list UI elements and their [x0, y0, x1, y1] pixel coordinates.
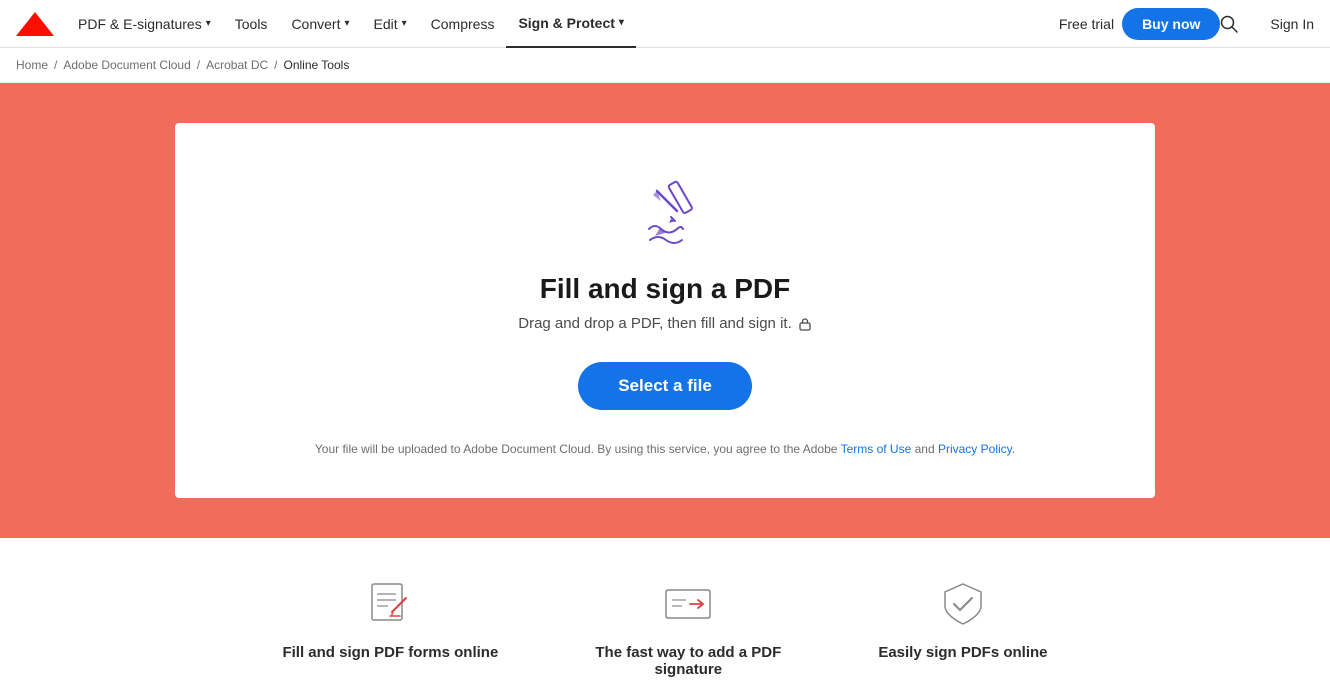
- privacy-policy-link[interactable]: Privacy Policy: [938, 442, 1012, 456]
- chevron-down-icon: ▾: [402, 18, 407, 29]
- upload-card: Fill and sign a PDF Drag and drop a PDF,…: [175, 123, 1155, 498]
- nav-sign-in[interactable]: Sign In: [1270, 16, 1314, 32]
- feature-sign-pdfs: Easily sign PDFs online: [878, 578, 1047, 678]
- select-file-button[interactable]: Select a file: [578, 362, 752, 410]
- breadcrumb: Home / Adobe Document Cloud / Acrobat DC…: [0, 48, 1330, 83]
- sign-pdfs-icon: [937, 578, 989, 630]
- feature-fill-sign: Fill and sign PDF forms online: [282, 578, 498, 678]
- terms-of-use-link[interactable]: Terms of Use: [841, 442, 912, 456]
- nav-convert[interactable]: Convert ▾: [279, 0, 361, 48]
- nav-tools[interactable]: Tools: [223, 0, 280, 48]
- add-signature-icon: [662, 578, 714, 630]
- card-title: Fill and sign a PDF: [540, 273, 790, 305]
- chevron-down-icon: ▾: [344, 18, 349, 29]
- card-subtitle: Drag and drop a PDF, then fill and sign …: [518, 315, 812, 332]
- adobe-logo[interactable]: [16, 12, 54, 36]
- feature-add-signature-title: The fast way to add a PDF signature: [578, 644, 798, 678]
- feature-fill-sign-title: Fill and sign PDF forms online: [282, 644, 498, 661]
- features-section: Fill and sign PDF forms online The fast …: [0, 538, 1330, 698]
- main-nav: PDF & E-signatures ▾ Tools Convert ▾ Edi…: [0, 0, 1330, 48]
- nav-pdf-esignatures[interactable]: PDF & E-signatures ▾: [66, 0, 223, 48]
- hero-area: Fill and sign a PDF Drag and drop a PDF,…: [0, 83, 1330, 538]
- nav-buy-now[interactable]: Buy now: [1122, 8, 1220, 40]
- breadcrumb-home[interactable]: Home: [16, 58, 48, 72]
- nav-compress[interactable]: Compress: [419, 0, 507, 48]
- card-legal-text: Your file will be uploaded to Adobe Docu…: [315, 440, 1015, 458]
- fill-sign-icon: [625, 173, 705, 253]
- feature-sign-pdfs-title: Easily sign PDFs online: [878, 644, 1047, 661]
- nav-edit[interactable]: Edit ▾: [362, 0, 419, 48]
- breadcrumb-acrobat-dc[interactable]: Acrobat DC: [206, 58, 268, 72]
- chevron-down-icon: ▾: [619, 17, 624, 28]
- feature-add-signature: The fast way to add a PDF signature: [578, 578, 798, 678]
- fill-sign-forms-icon: [364, 578, 416, 630]
- chevron-down-icon: ▾: [206, 18, 211, 29]
- breadcrumb-current: Online Tools: [284, 58, 350, 72]
- nav-free-trial[interactable]: Free trial: [1059, 16, 1114, 32]
- breadcrumb-document-cloud[interactable]: Adobe Document Cloud: [63, 58, 190, 72]
- nav-sign-protect[interactable]: Sign & Protect ▾: [506, 0, 636, 48]
- search-icon[interactable]: [1220, 15, 1238, 33]
- lock-icon: [798, 317, 812, 331]
